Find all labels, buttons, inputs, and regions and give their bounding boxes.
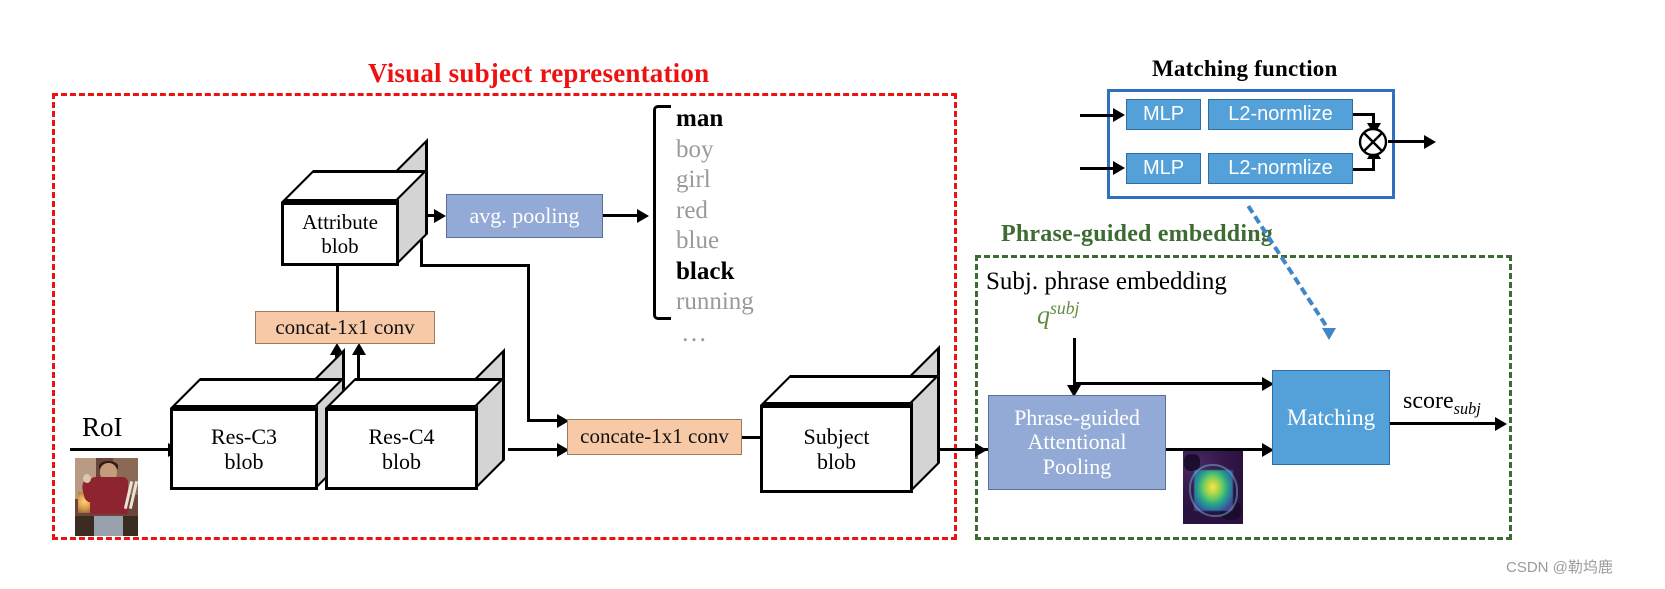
mlp-label: MLP	[1142, 157, 1185, 180]
attribute-blob-label: Attribute blob	[281, 202, 399, 266]
attribute-item: blue	[676, 227, 720, 254]
mf-input-arrow-1	[1113, 108, 1125, 122]
concate-1x1-conv-label: concate-1x1 conv	[580, 424, 729, 449]
matching-function-connector-arrow	[1322, 328, 1336, 340]
attribute-to-avgpool-arrow	[434, 209, 446, 223]
attribute-blob: Attribute blob	[281, 138, 441, 266]
l2-normlize-box-1[interactable]: L2-normlize	[1208, 99, 1353, 130]
mlp-label: MLP	[1142, 103, 1185, 126]
subj-phrase-embedding-label: Subj. phrase embedding	[986, 268, 1227, 295]
q-base: q	[1037, 300, 1050, 330]
l2-normlize-box-2[interactable]: L2-normlize	[1208, 153, 1353, 184]
attribute-down-long-line	[527, 264, 530, 422]
subject-blob: Subject blob	[760, 345, 950, 493]
l2-normlize-label: L2-normlize	[1228, 157, 1333, 180]
pooling-line-3: Pooling	[1042, 453, 1112, 479]
concat-1x1-conv-box[interactable]: concat-1x1 conv	[255, 311, 435, 344]
res-c4-blob-label: Res-C4 blob	[325, 408, 478, 490]
c4-to-concate-line	[508, 448, 564, 451]
score-base: score	[1403, 388, 1454, 414]
q-subj-symbol: qsubj	[1037, 298, 1079, 331]
concat-1x1-conv-label: concat-1x1 conv	[275, 314, 415, 339]
avg-pooling-label: avg. pooling	[469, 202, 580, 228]
avgpool-to-bracket-arrow	[637, 209, 649, 223]
multiply-operator-icon	[1358, 127, 1388, 157]
mf-input-arrow-2	[1113, 161, 1125, 175]
phrase-guided-attentional-pooling-box[interactable]: Phrase-guided Attentional Pooling	[988, 395, 1166, 490]
attribute-item: girl	[676, 166, 711, 193]
l2-normlize-label: L2-normlize	[1228, 103, 1333, 126]
concate-1x1-conv-box[interactable]: concate-1x1 conv	[567, 419, 742, 455]
attribute-item: black	[676, 257, 735, 285]
visual-subject-title: Visual subject representation	[368, 58, 710, 88]
avg-pooling-box[interactable]: avg. pooling	[446, 194, 603, 238]
c4-into-concat-arrow	[352, 343, 366, 355]
pooling-line-1: Phrase-guided	[1014, 404, 1140, 430]
pooling-line-2: Attentional	[1027, 429, 1127, 455]
matching-box[interactable]: Matching	[1272, 370, 1390, 465]
attribute-item: red	[676, 196, 708, 224]
c4-into-concat-line	[357, 353, 360, 381]
q-superscript: subj	[1050, 298, 1080, 318]
subject-to-pooling-arrow	[975, 443, 987, 457]
matching-function-title: Matching function	[1152, 56, 1338, 81]
concat-to-attribute-line	[336, 265, 339, 312]
res-c4-blob: Res-C4 blob	[325, 348, 515, 490]
mf-output-arrow	[1424, 135, 1436, 149]
score-arrow	[1495, 417, 1507, 431]
q-to-matching-line	[1073, 382, 1269, 385]
score-subj-label: scoresubj	[1403, 388, 1481, 419]
attribute-list: man boy girl red blue black running	[676, 104, 754, 318]
roi-arrow-line	[70, 448, 170, 451]
attention-heatmap-thumbnail	[1183, 451, 1243, 524]
score-line	[1390, 422, 1502, 425]
attribute-right-line	[420, 264, 530, 267]
roi-label: RoI	[82, 412, 123, 442]
mlp-box-2[interactable]: MLP	[1126, 153, 1201, 184]
attribute-item: boy	[676, 135, 714, 163]
attribute-ellipsis: …	[681, 318, 710, 347]
score-subscript: subj	[1453, 398, 1481, 418]
subject-blob-label: Subject blob	[760, 405, 913, 493]
phrase-guided-title: Phrase-guided embedding	[1001, 221, 1273, 247]
attribute-item: man	[676, 105, 724, 132]
matching-label: Matching	[1286, 404, 1376, 430]
roi-photo-thumbnail	[75, 458, 138, 536]
attribute-bracket	[653, 105, 671, 320]
mlp-box-1[interactable]: MLP	[1126, 99, 1201, 130]
attribute-item: running	[676, 288, 754, 315]
watermark: CSDN @勒坞鹿	[1506, 559, 1613, 576]
res-c3-blob-label: Res-C3 blob	[170, 408, 318, 490]
